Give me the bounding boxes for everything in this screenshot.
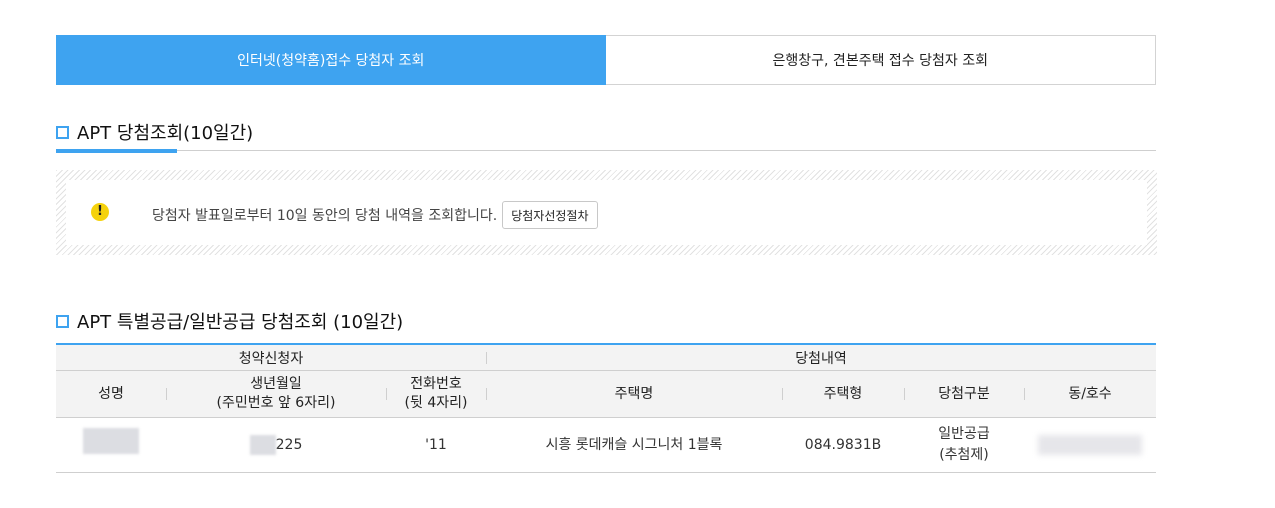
- exclamation-icon: !: [91, 203, 109, 221]
- winner-results-table: 청약신청자 당첨내역 성명 생년월일 (주민번호 앞 6자리) 전화번호 (뒷 …: [56, 343, 1157, 473]
- tab-bank-label: 은행창구, 견본주택 접수 당첨자 조회: [772, 53, 988, 69]
- group-header-applicant: 청약신청자: [56, 343, 486, 371]
- header-house-name: 주택명: [486, 370, 782, 418]
- header-phone-line2: (뒷 4자리): [404, 395, 468, 411]
- header-unit: 동/호수: [1024, 370, 1157, 418]
- phone-visible-digits: '11: [425, 436, 447, 453]
- square-bullet-icon: [56, 125, 69, 139]
- section-divider: [56, 150, 1156, 151]
- header-birth: 생년월일 (주민번호 앞 6자리): [166, 370, 386, 418]
- square-bullet-icon: [56, 314, 69, 328]
- group-header-winning: 당첨내역: [486, 343, 1157, 371]
- table-header-row: 성명 생년월일 (주민번호 앞 6자리) 전화번호 (뒷 4자리) 주택명 주택…: [56, 370, 1157, 418]
- header-phone: 전화번호 (뒷 4자리): [386, 370, 486, 418]
- cell-unit: [1024, 417, 1157, 473]
- section-title-text: APT 특별공급/일반공급 당첨조회 (10일간): [77, 312, 404, 333]
- win-type-line1: 일반공급: [938, 426, 990, 442]
- notice-text-row: 당첨자 발표일로부터 10일 동안의 당첨 내역을 조회합니다. 당첨자선정절차: [152, 201, 598, 229]
- header-name: 성명: [56, 370, 166, 418]
- header-win-type: 당첨구분: [904, 370, 1024, 418]
- result-tabs: 인터넷(청약홈)접수 당첨자 조회 은행창구, 견본주택 접수 당첨자 조회: [56, 35, 1156, 85]
- notice-content: ! 당첨자 발표일로부터 10일 동안의 당첨 내역을 조회합니다. 당첨자선정…: [66, 180, 1147, 245]
- table-row: 225 '11 시흥 롯데캐슬 시그니처 1블록 084.9831B 일반공급 …: [56, 417, 1157, 473]
- header-birth-line1: 생년월일: [250, 376, 302, 392]
- tab-internet-applications[interactable]: 인터넷(청약홈)접수 당첨자 조회: [56, 35, 606, 85]
- win-type-line2: (추첨제): [939, 447, 989, 463]
- section-title-text: APT 당첨조회(10일간): [77, 123, 254, 144]
- tab-internet-label: 인터넷(청약홈)접수 당첨자 조회: [237, 53, 425, 69]
- cell-win-type: 일반공급 (추첨제): [904, 417, 1024, 473]
- winner-selection-procedure-button[interactable]: 당첨자선정절차: [502, 201, 598, 229]
- section-title-apt-winner: APT 당첨조회(10일간): [56, 119, 253, 145]
- birth-visible-digits: 225: [275, 436, 303, 453]
- cell-house-type: 084.9831B: [782, 417, 904, 473]
- redacted-birth-prefix: [249, 434, 276, 455]
- cell-birth: 225: [166, 417, 386, 473]
- section-title-underline: [56, 149, 177, 153]
- notice-message: 당첨자 발표일로부터 10일 동안의 당첨 내역을 조회합니다.: [152, 208, 498, 224]
- redacted-unit: [1038, 434, 1143, 455]
- cell-phone: '11: [386, 417, 486, 473]
- cell-name: [56, 417, 166, 473]
- cell-house-name: 시흥 롯데캐슬 시그니처 1블록: [486, 417, 782, 473]
- notice-box: ! 당첨자 발표일로부터 10일 동안의 당첨 내역을 조회합니다. 당첨자선정…: [56, 170, 1157, 255]
- table-group-header-row: 청약신청자 당첨내역: [56, 343, 1157, 371]
- header-birth-line2: (주민번호 앞 6자리): [216, 395, 336, 411]
- header-house-type: 주택형: [782, 370, 904, 418]
- redacted-name: [83, 427, 139, 454]
- tab-bank-applications[interactable]: 은행창구, 견본주택 접수 당첨자 조회: [605, 35, 1156, 85]
- header-phone-line1: 전화번호: [410, 376, 462, 392]
- section-title-special-general: APT 특별공급/일반공급 당첨조회 (10일간): [56, 308, 403, 334]
